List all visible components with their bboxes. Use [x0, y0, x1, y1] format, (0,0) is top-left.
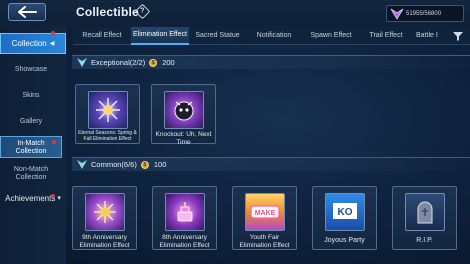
effect-card[interactable]: MAKE Youth Fair Elimination Effect	[232, 186, 297, 250]
ko-sign-icon: KO	[333, 203, 357, 219]
collection-points-display[interactable]: 51955/56800	[386, 5, 464, 22]
effect-card[interactable]: Knockout: Uh, Next Time	[151, 84, 216, 146]
section-title: Common(6/6)	[91, 160, 137, 169]
sidebar-item-gallery[interactable]: Gallery	[0, 118, 62, 126]
effect-card[interactable]: 9th Anniversary Elimination Effect	[72, 186, 137, 250]
effect-name: Knockout: Uh, Next Time	[155, 131, 212, 146]
youth-fair-art-text: MAKE	[255, 210, 276, 217]
collapse-arrow-icon: ◀	[49, 41, 55, 47]
back-button[interactable]	[8, 3, 46, 21]
sidebar-item-showcase[interactable]: Showcase	[0, 66, 62, 74]
effect-name: 8th Anniversary Elimination Effect	[159, 234, 210, 249]
tab-sacred-statue[interactable]: Sacred Statue	[189, 27, 246, 45]
effect-thumbnail	[85, 193, 125, 231]
effect-thumbnail: MAKE	[245, 193, 285, 231]
sidebar-item-non-match-collection[interactable]: Non-Match Collection	[0, 166, 62, 182]
filter-icon[interactable]	[452, 30, 464, 42]
sidebar-item-achievements[interactable]: Achievements ▾	[0, 195, 66, 203]
section-points: 200	[162, 58, 175, 67]
effect-thumbnail	[165, 193, 205, 231]
ko-sign-text: KO	[338, 207, 353, 218]
sidebar-item-collection[interactable]: Collection ◀	[0, 33, 66, 54]
notification-dot	[52, 140, 56, 144]
effect-name: Youth Fair Elimination Effect	[239, 234, 290, 249]
effect-card[interactable]: Eternal Seasons: Spring & Fall Eliminati…	[75, 84, 140, 144]
notification-dot	[51, 31, 55, 35]
cake-icon	[177, 202, 193, 222]
section-header-common: Common(6/6) $ 100	[72, 157, 470, 171]
effect-name: Joyous Party	[324, 237, 365, 244]
chevron-down-icon: ▾	[57, 195, 61, 202]
collection-points-icon	[390, 8, 404, 20]
effect-card[interactable]: R.I.P.	[392, 186, 457, 250]
effect-thumbnail	[164, 91, 204, 129]
tab-elimination-effect[interactable]: Elimination Effect	[131, 26, 189, 45]
sidebar-item-achievements-label: Achievements	[5, 194, 56, 203]
section-title: Exceptional(2/2)	[91, 58, 146, 67]
firework-icon	[94, 201, 116, 223]
effect-name: 9th Anniversary Elimination Effect	[79, 234, 130, 249]
collection-points-value: 51955/56800	[406, 10, 442, 17]
effect-name: R.I.P.	[416, 237, 433, 244]
page-title: Collectible	[76, 5, 139, 19]
tombstone-icon	[417, 201, 433, 224]
youth-fair-banner-icon: MAKE	[250, 205, 280, 219]
category-tabs: Recall Effect Elimination Effect Sacred …	[73, 26, 470, 45]
effect-thumbnail	[405, 193, 445, 231]
effect-card[interactable]: 8th Anniversary Elimination Effect	[152, 186, 217, 250]
tab-recall-effect[interactable]: Recall Effect	[73, 27, 131, 45]
back-arrow-icon	[18, 6, 37, 18]
effect-card[interactable]: KO Joyous Party	[312, 186, 377, 250]
sidebar-item-collection-label: Collection	[11, 39, 47, 48]
flower-burst-icon	[96, 98, 120, 122]
effect-thumbnail	[88, 91, 128, 129]
top-header: Collectible ? 51955/56800	[0, 0, 470, 26]
tab-notification[interactable]: Notification	[246, 27, 302, 45]
tab-trail-effect[interactable]: Trail Effect	[360, 27, 412, 45]
coin-icon: $	[140, 160, 149, 169]
sidebar-item-skins[interactable]: Skins	[0, 92, 62, 100]
character-knockout-icon	[174, 101, 194, 121]
tab-battle[interactable]: Battle I	[412, 27, 448, 45]
effect-name: Eternal Seasons: Spring & Fall Eliminati…	[78, 130, 137, 142]
section-header-exceptional: Exceptional(2/2) $ 200	[72, 55, 470, 69]
coin-icon: $	[149, 58, 158, 67]
effect-thumbnail: KO	[325, 193, 365, 231]
notification-dot	[51, 194, 55, 198]
section-points: 100	[153, 160, 167, 169]
tab-spawn-effect[interactable]: Spawn Effect	[302, 27, 360, 45]
rank-badge-icon	[77, 58, 87, 67]
rank-badge-icon	[77, 160, 87, 169]
